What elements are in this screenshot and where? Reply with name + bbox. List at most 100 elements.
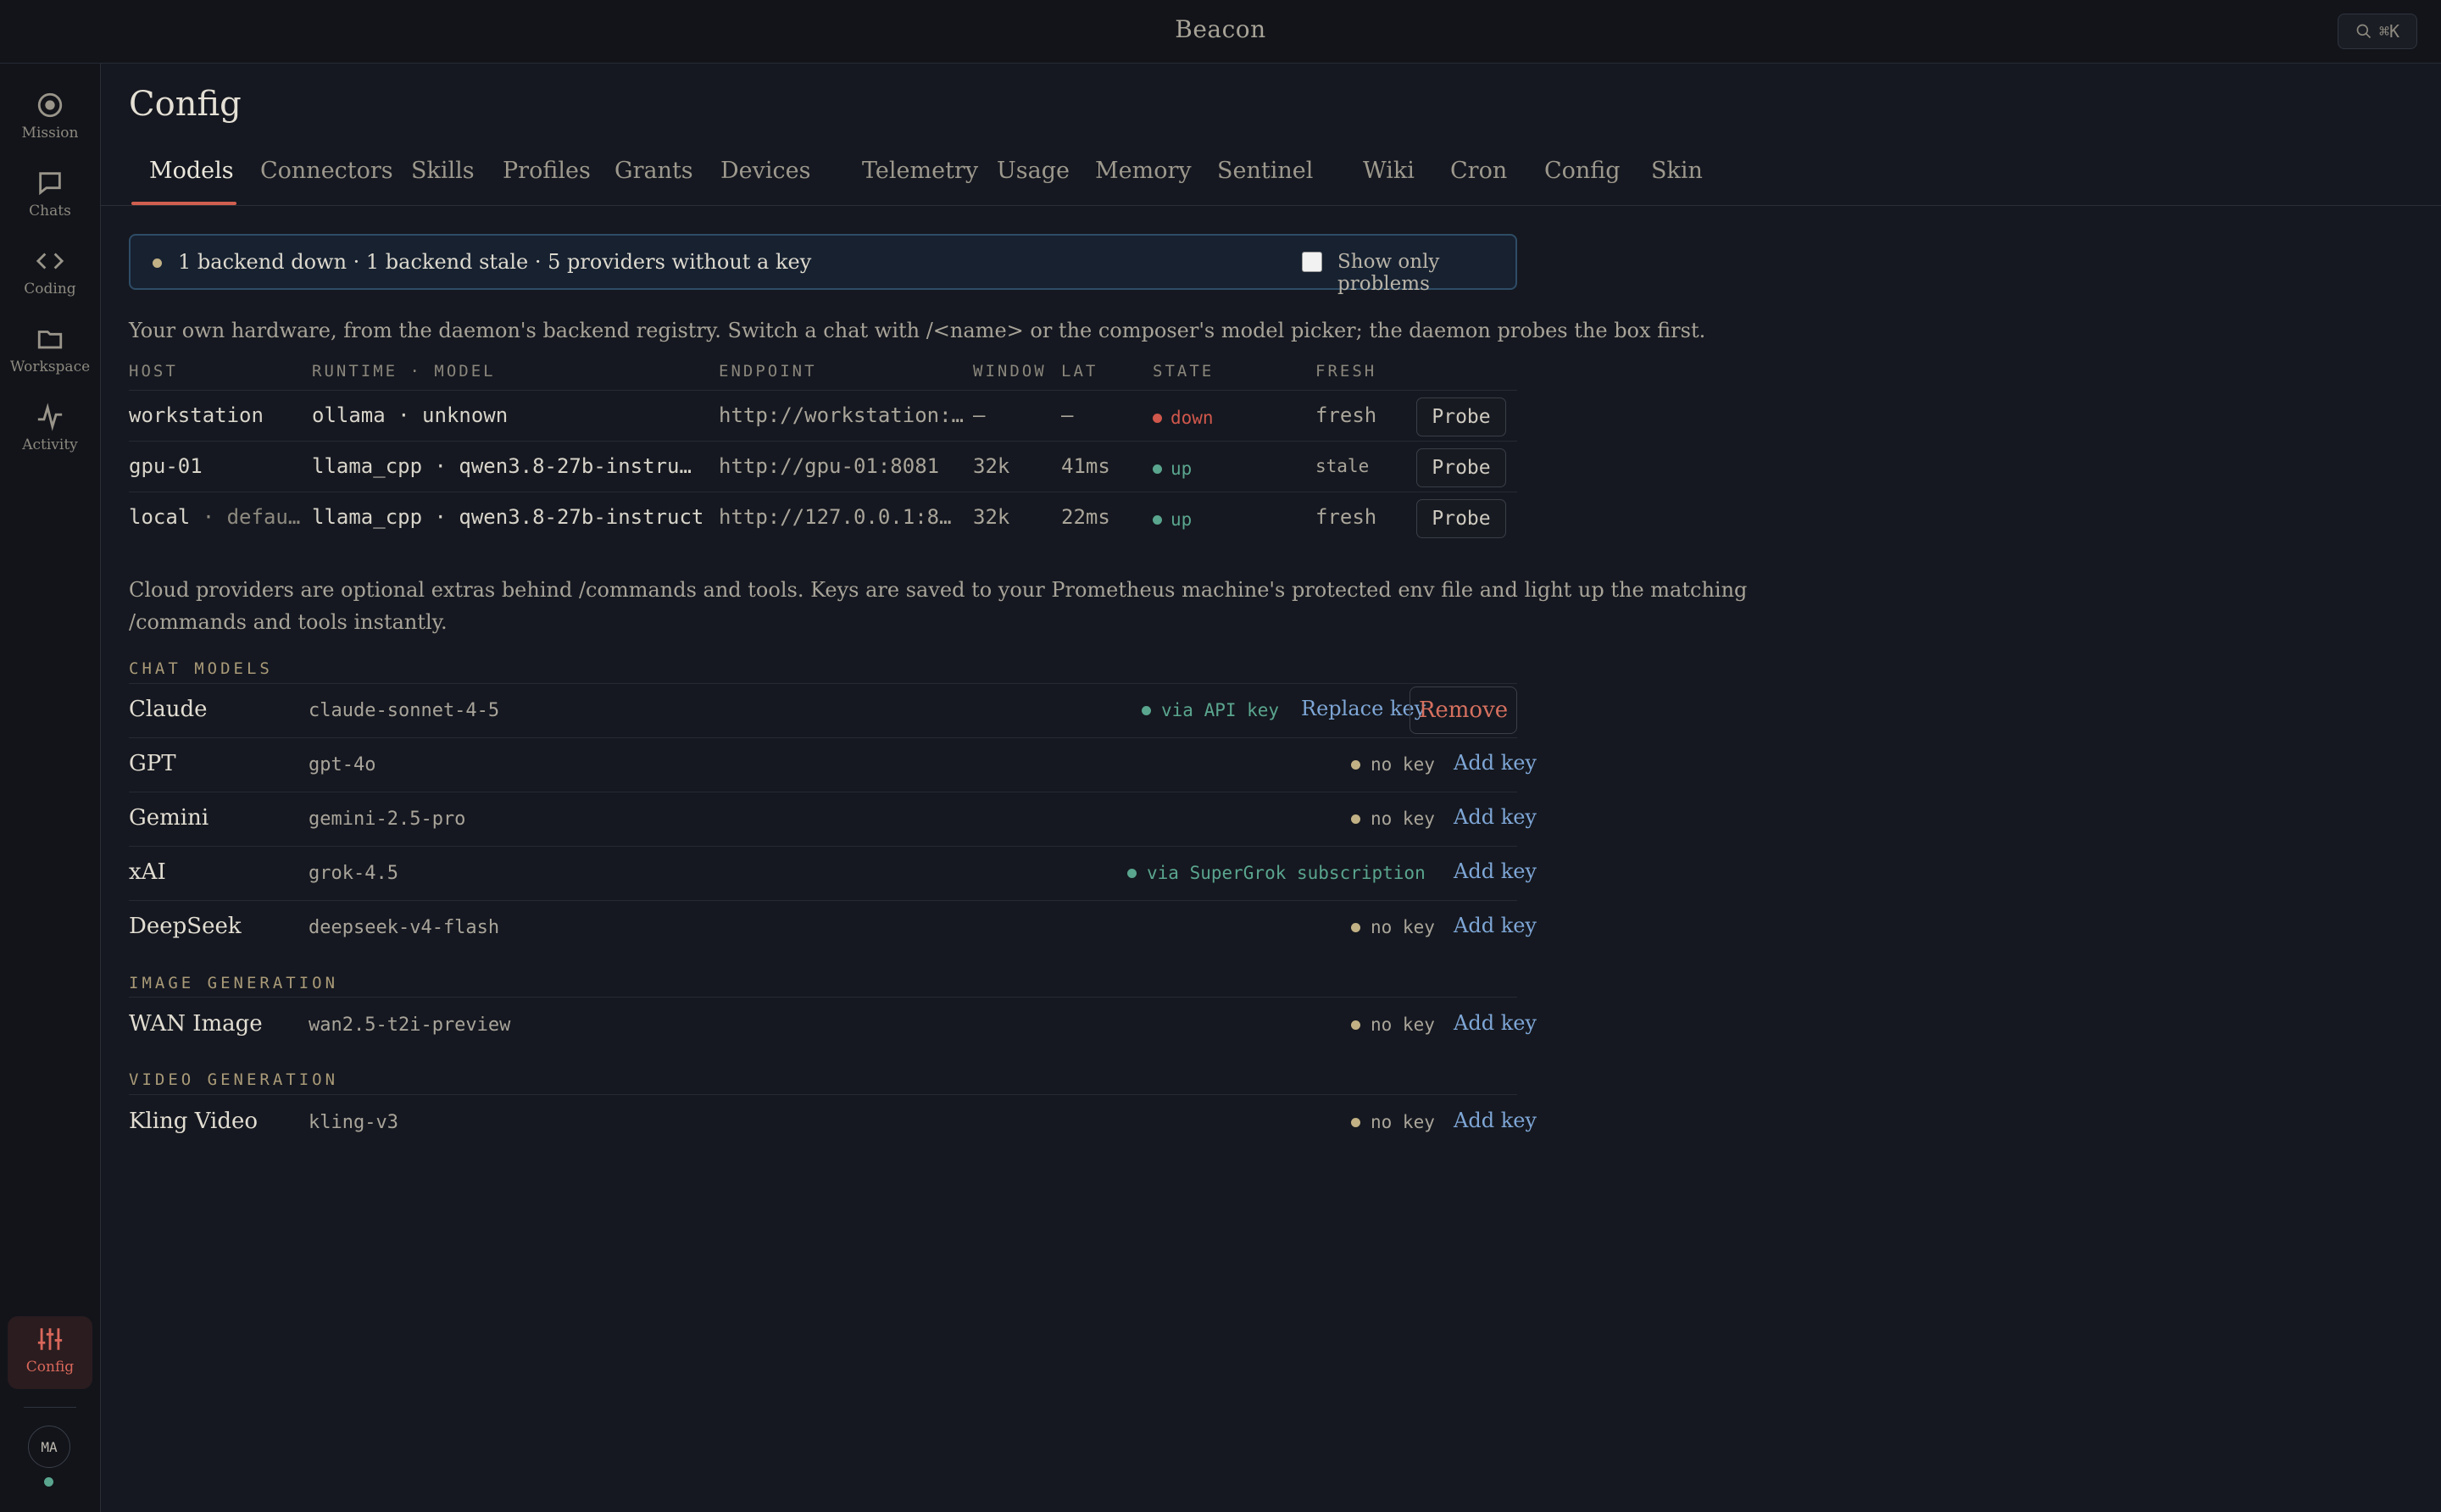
backends-description: Your own hardware, from the daemon's bac… bbox=[129, 319, 1706, 342]
command-search-button[interactable]: ⌘K bbox=[2338, 14, 2417, 49]
state-badge: down bbox=[1153, 408, 1214, 428]
status-dot bbox=[1351, 759, 1360, 770]
tab-devices[interactable]: Devices bbox=[720, 158, 810, 184]
sidebar-divider bbox=[24, 1407, 76, 1408]
tab-telemetry[interactable]: Telemetry bbox=[862, 158, 978, 184]
latency-cell: 41ms bbox=[1061, 454, 1110, 478]
sidebar-item-label: Workspace bbox=[9, 359, 91, 375]
provider-model: claude-sonnet-4-5 bbox=[309, 700, 500, 721]
tab-config[interactable]: Config bbox=[1544, 158, 1621, 184]
runtime-model-cell: llama_cpp · qwen3.8-27b-instruct… bbox=[312, 454, 700, 478]
column-header-state: STATE bbox=[1153, 362, 1215, 381]
provider-model: deepseek-v4-flash bbox=[309, 917, 500, 938]
endpoint-cell: http://gpu-01:8081 bbox=[719, 454, 940, 478]
status-dot bbox=[1351, 1117, 1360, 1127]
add-key-link[interactable]: Add key bbox=[1454, 751, 1537, 775]
window-cell: — bbox=[973, 403, 986, 427]
section-heading-image-generation: IMAGE GENERATION bbox=[129, 974, 339, 992]
latency-cell: — bbox=[1061, 403, 1074, 427]
state-badge: up bbox=[1153, 509, 1192, 530]
provider-model: kling-v3 bbox=[309, 1112, 398, 1133]
remove-key-button[interactable]: Remove bbox=[1410, 687, 1517, 734]
add-key-link[interactable]: Add key bbox=[1454, 859, 1537, 883]
provider-model: grok-4.5 bbox=[309, 863, 398, 884]
tab-wiki[interactable]: Wiki bbox=[1363, 158, 1415, 184]
section-heading-chat-models: CHAT MODELS bbox=[129, 659, 273, 678]
tab-memory[interactable]: Memory bbox=[1095, 158, 1192, 184]
provider-name: xAI bbox=[129, 859, 166, 885]
tab-connectors[interactable]: Connectors bbox=[260, 158, 393, 184]
sidebar: Mission Chats Coding Workspace Activity … bbox=[0, 64, 101, 1512]
sidebar-item-label: Activity bbox=[22, 436, 78, 453]
target-icon bbox=[37, 92, 63, 118]
row-divider bbox=[129, 900, 1517, 901]
column-header-fresh: FRESH bbox=[1315, 362, 1377, 381]
status-dot bbox=[1153, 413, 1162, 423]
status-banner: 1 backend down · 1 backend stale · 5 pro… bbox=[129, 234, 1517, 295]
column-header-endpoint: ENDPOINT bbox=[719, 362, 817, 381]
column-header-runtime-model: RUNTIME · MODEL bbox=[312, 362, 496, 381]
endpoint-cell: http://127.0.0.1:80… bbox=[719, 505, 956, 529]
add-key-link[interactable]: Add key bbox=[1454, 1011, 1537, 1035]
provider-model: gemini-2.5-pro bbox=[309, 809, 466, 830]
tab-sentinel[interactable]: Sentinel bbox=[1217, 158, 1313, 184]
banner-message: 1 backend down · 1 backend stale · 5 pro… bbox=[178, 250, 812, 274]
replace-key-link[interactable]: Replace key bbox=[1301, 697, 1426, 720]
row-divider bbox=[129, 737, 1517, 738]
sidebar-item-workspace[interactable]: Workspace bbox=[0, 325, 100, 392]
add-key-link[interactable]: Add key bbox=[1454, 1109, 1537, 1132]
sidebar-item-coding[interactable]: Coding bbox=[0, 247, 100, 314]
window-cell: 32k bbox=[973, 454, 1010, 478]
sidebar-item-chats[interactable]: Chats bbox=[0, 169, 100, 236]
provider-name: DeepSeek bbox=[129, 914, 242, 939]
provider-name: Kling Video bbox=[129, 1109, 259, 1134]
fresh-cell: fresh bbox=[1315, 403, 1377, 427]
status-dot bbox=[1351, 1020, 1360, 1030]
tab-usage[interactable]: Usage bbox=[997, 158, 1070, 184]
app-title: Beacon bbox=[1175, 15, 1266, 43]
column-header-host: HOST bbox=[129, 362, 178, 381]
sidebar-item-label: Chats bbox=[29, 203, 71, 220]
provider-name: GPT bbox=[129, 751, 176, 776]
add-key-link[interactable]: Add key bbox=[1454, 914, 1537, 937]
search-icon bbox=[2356, 24, 2371, 39]
tab-skills[interactable]: Skills bbox=[411, 158, 475, 184]
tab-models[interactable]: Models bbox=[149, 158, 234, 184]
top-bar: Beacon ⌘K bbox=[0, 0, 2441, 64]
tab-skin[interactable]: Skin bbox=[1651, 158, 1703, 184]
tab-profiles[interactable]: Profiles bbox=[503, 158, 591, 184]
avatar[interactable]: MA bbox=[28, 1426, 70, 1468]
sidebar-item-label: Config bbox=[25, 1359, 75, 1376]
status-dot bbox=[1351, 814, 1360, 824]
key-status: via API key bbox=[1142, 700, 1279, 720]
probe-button[interactable]: Probe bbox=[1416, 499, 1506, 538]
add-key-link[interactable]: Add key bbox=[1454, 805, 1537, 829]
key-status: no key bbox=[1351, 1014, 1435, 1035]
sidebar-item-mission[interactable]: Mission bbox=[0, 91, 100, 158]
host-cell: workstation bbox=[129, 403, 264, 427]
online-status-dot bbox=[44, 1477, 53, 1487]
sidebar-item-config-content[interactable]: Config bbox=[0, 1325, 100, 1392]
row-divider bbox=[129, 683, 1517, 684]
tab-grants[interactable]: Grants bbox=[614, 158, 693, 184]
state-badge: up bbox=[1153, 459, 1192, 479]
chat-bubble-icon bbox=[39, 172, 61, 196]
window-cell: 32k bbox=[973, 505, 1010, 529]
status-dot bbox=[1351, 922, 1360, 932]
probe-button[interactable]: Probe bbox=[1416, 448, 1506, 487]
sidebar-item-activity[interactable]: Activity bbox=[0, 403, 100, 470]
fresh-cell: stale bbox=[1315, 456, 1370, 476]
row-divider bbox=[129, 390, 1517, 391]
endpoint-cell: http://workstation:… bbox=[719, 403, 964, 427]
row-divider bbox=[129, 846, 1517, 847]
probe-button[interactable]: Probe bbox=[1416, 397, 1506, 436]
tab-cron[interactable]: Cron bbox=[1450, 158, 1507, 184]
show-only-problems-label[interactable]: Show only problems bbox=[1337, 251, 1515, 295]
host-cell: gpu-01 bbox=[129, 454, 203, 478]
column-header-window: WINDOW bbox=[973, 362, 1047, 381]
row-divider bbox=[129, 441, 1517, 442]
show-only-problems-checkbox[interactable] bbox=[1302, 252, 1322, 272]
sidebar-item-label: Coding bbox=[24, 281, 76, 297]
key-status: no key bbox=[1351, 754, 1435, 775]
status-dot bbox=[1127, 868, 1137, 878]
